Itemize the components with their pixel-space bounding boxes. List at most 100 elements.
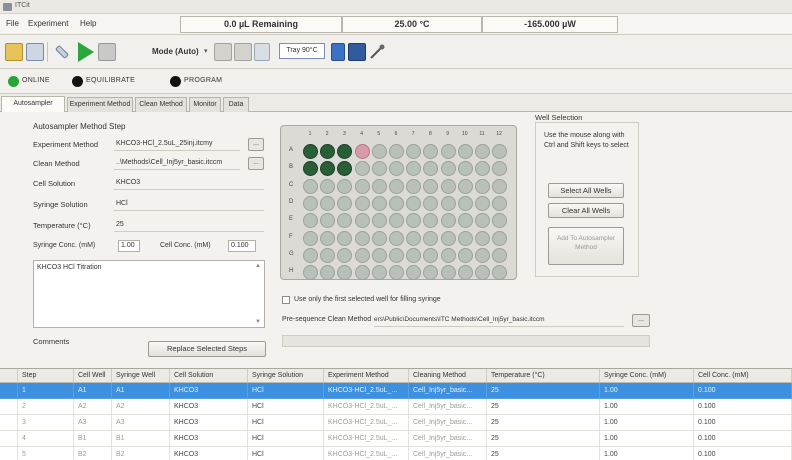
well-a7[interactable] [406,144,422,159]
arrows-icon[interactable] [331,43,345,61]
column-header[interactable]: Cell Solution [170,369,248,383]
well-b5[interactable] [371,161,387,177]
column-header[interactable]: Experiment Method [324,369,409,383]
column-header[interactable]: Temperature (°C) [487,369,600,383]
well-b12[interactable] [492,161,508,177]
menu-file[interactable]: File [6,19,19,28]
well-b8[interactable] [423,161,439,177]
scroll-down-icon[interactable]: ▼ [255,319,261,325]
well-c10[interactable] [457,178,473,194]
well-e1[interactable] [303,213,318,229]
menu-help[interactable]: Help [80,19,96,28]
well-g4[interactable] [354,247,370,263]
well-f10[interactable] [457,230,473,246]
well-a12[interactable] [492,144,508,159]
row-header-cell[interactable] [0,399,18,415]
tools-icon[interactable] [254,43,270,61]
well-g8[interactable] [423,247,439,263]
well-f9[interactable] [440,230,456,246]
well-g5[interactable] [371,247,387,263]
well-d3[interactable] [337,195,353,211]
clean-method-field[interactable]: ..\Methods\Cell_Inj5yr_basic.itccm [114,157,240,170]
well-e7[interactable] [406,213,422,229]
well-a5[interactable] [371,144,387,159]
well-a3[interactable] [337,144,353,159]
well-g1[interactable] [303,247,318,263]
well-b3[interactable] [337,161,353,177]
well-f4[interactable] [354,230,370,246]
well-h1[interactable] [303,265,318,281]
column-header[interactable]: Syringe Solution [248,369,324,383]
well-g11[interactable] [475,247,490,263]
table-row[interactable]: 2 A2 A2 KHCO3 HCl KHCO3-HCl_2.5uL_... Cell_Inj… [0,399,792,415]
tab-data[interactable]: Data [223,97,249,112]
well-c12[interactable] [492,178,508,194]
well-b6[interactable] [389,161,404,177]
row-header-cell[interactable] [0,415,18,431]
wrench-icon[interactable] [54,44,70,60]
well-h11[interactable] [475,265,490,281]
well-h8[interactable] [423,265,439,281]
well-e9[interactable] [440,213,456,229]
well-g7[interactable] [406,247,422,263]
browse-clean-button[interactable]: ... [248,157,264,170]
cell-solution-field[interactable]: KHCO3 [114,177,264,190]
well-f5[interactable] [371,230,387,246]
save-icon[interactable] [26,43,44,61]
well-d1[interactable] [303,195,318,211]
well-g12[interactable] [492,247,508,263]
well-e8[interactable] [423,213,439,229]
well-e4[interactable] [354,213,370,229]
well-g6[interactable] [389,247,404,263]
well-a10[interactable] [457,144,473,159]
well-d9[interactable] [440,195,456,211]
column-header[interactable]: Step [18,369,74,383]
pipette-icon[interactable] [368,43,386,61]
well-h12[interactable] [492,265,508,281]
description-textarea[interactable]: KHCO3 HCl Titration ▲ ▼ [33,260,265,328]
replace-selected-steps-button[interactable]: Replace Selected Steps [148,341,266,357]
stop-icon[interactable] [98,43,116,61]
well-f11[interactable] [475,230,490,246]
well-a9[interactable] [440,144,456,159]
well-d8[interactable] [423,195,439,211]
well-f7[interactable] [406,230,422,246]
table-row[interactable]: 4 B1 B1 KHCO3 HCl KHCO3-HCl_2.5uL_... Cell_Inj… [0,431,792,447]
well-h2[interactable] [320,265,336,281]
well-c8[interactable] [423,178,439,194]
tab-experiment-method[interactable]: Experiment Method [67,97,133,112]
tab-clean-method[interactable]: Clean Method [135,97,187,112]
cell-conc-field[interactable]: 0.100 [228,240,256,252]
well-d2[interactable] [320,195,336,211]
well-d11[interactable] [475,195,490,211]
well-d5[interactable] [371,195,387,211]
well-f8[interactable] [423,230,439,246]
pre-sequence-field[interactable]: ers\Public\Documents\ITC Methods\Cell_In… [374,314,624,327]
well-c3[interactable] [337,178,353,194]
row-header-cell[interactable] [0,431,18,447]
well-f2[interactable] [320,230,336,246]
well-e12[interactable] [492,213,508,229]
well-a11[interactable] [475,144,490,159]
well-a6[interactable] [389,144,404,159]
well-d10[interactable] [457,195,473,211]
tray-temperature-box[interactable]: Tray 90°C [279,43,325,59]
books-icon[interactable] [348,43,366,61]
well-a8[interactable] [423,144,439,159]
well-f3[interactable] [337,230,353,246]
well-c6[interactable] [389,178,404,194]
well-b9[interactable] [440,161,456,177]
row-header-cell[interactable] [0,447,18,460]
well-b4[interactable] [354,161,370,177]
scroll-up-icon[interactable]: ▲ [255,263,261,269]
well-c1[interactable] [303,178,318,194]
well-g9[interactable] [440,247,456,263]
column-header[interactable]: Cleaning Method [409,369,487,383]
well-e2[interactable] [320,213,336,229]
syringe-conc-field[interactable]: 1.00 [118,240,140,252]
well-a2[interactable] [320,144,336,159]
well-b7[interactable] [406,161,422,177]
well-d6[interactable] [389,195,404,211]
tab-autosampler-method[interactable]: Autosampler Method [1,96,65,120]
well-a4[interactable] [354,144,370,159]
